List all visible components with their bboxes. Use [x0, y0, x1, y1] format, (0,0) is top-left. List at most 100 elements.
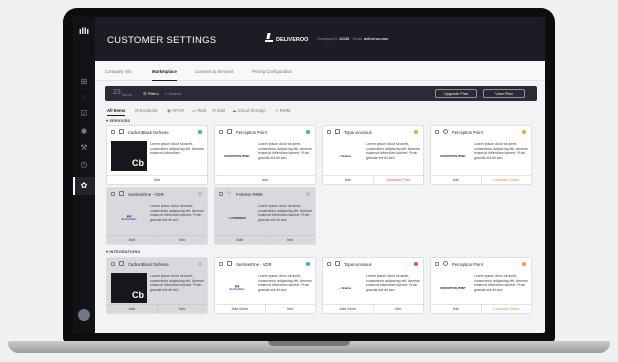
select-checkbox[interactable]: [219, 130, 223, 134]
card-description: Lorem ipsum dolor sit amet, consectetur …: [366, 274, 420, 292]
service-card-sentinelone[interactable]: SentinelOne - VDR ▮▮▮ SentinelOne Lorem i…: [106, 187, 208, 245]
gear-icon[interactable]: ✱: [79, 127, 89, 137]
company-email: Email: deliveroo.com: [353, 37, 389, 41]
info-button[interactable]: Info: [156, 305, 208, 313]
rmm-icon: ⊹: [227, 190, 232, 196]
endpoint-icon: [119, 261, 124, 266]
card-description: Lorem ipsum dolor sit amet, consectetur …: [474, 274, 528, 292]
add-button[interactable]: Add: [107, 305, 157, 313]
clock-icon[interactable]: ◷: [79, 160, 89, 170]
info-button[interactable]: Info: [107, 176, 207, 184]
laptop-lid: ıllı ⊞ ◌ ☑ ✱ ⚒ ◷ ✿ CUSTOMER SETTINGS DEL…: [63, 8, 555, 342]
select-checkbox[interactable]: [111, 192, 115, 196]
card-description: Lorem ipsum dolor sit amet, consectetur …: [366, 142, 420, 160]
vicarius-logo: ◐ Vicarius: [338, 154, 352, 158]
card-description: Lorem ipsum dolor sit amet, consectetur …: [258, 274, 312, 292]
filter-web[interactable]: ▭ Web: [192, 108, 206, 114]
filter-mail[interactable]: ✉ Mail: [212, 108, 225, 114]
vpcr-icon: [335, 129, 340, 134]
section-integrations: ▾ INTEGRATIONS: [106, 250, 141, 254]
select-checkbox[interactable]: [219, 262, 223, 266]
perception-point-logo: PERCEPTION POINT: [224, 154, 250, 158]
card-description: Lorem ipsum dolor sit amet, consectetur …: [150, 142, 204, 155]
tab-pricing-configuration[interactable]: Pricing Configuration: [252, 69, 292, 74]
select-checkbox[interactable]: [327, 262, 331, 266]
select-checkbox[interactable]: [111, 130, 115, 134]
cloud-icon: [443, 129, 448, 134]
avatar[interactable]: [78, 309, 90, 321]
check-icon[interactable]: ☑: [79, 109, 89, 119]
filters-button[interactable]: ☰ Filters: [143, 91, 159, 96]
filter-cloud-storage[interactable]: ☁ Cloud Storage: [232, 108, 266, 114]
status-dot: [198, 130, 202, 134]
status-dot: [522, 262, 526, 266]
endpoint-icon: [119, 129, 124, 134]
top-bar: CUSTOMER SETTINGS DELIVEROO Company ID: …: [95, 17, 545, 61]
grid-icon[interactable]: ⊞: [79, 77, 89, 87]
section-services: ▾ SERVICES: [106, 119, 131, 123]
sentinelone-logo: ▮▮▮ SentinelOne: [121, 215, 137, 221]
integration-card-sentinelone[interactable]: SentinelOne - VDR ▮▮▮ SentinelOne Lorem i…: [214, 257, 316, 314]
service-card-fortress-rmm[interactable]: ⊹ Fortress RMM ⬡ FORTRESS Lorem ipsum dol…: [214, 187, 316, 245]
info-button[interactable]: Info: [372, 305, 424, 313]
vicarius-logo: ◐ Vicarius: [338, 286, 352, 290]
select-checkbox[interactable]: [435, 130, 439, 134]
continue-setup-button[interactable]: Continue Setup: [480, 176, 532, 184]
sidebar: ıllı ⊞ ◌ ☑ ✱ ⚒ ◷ ✿: [73, 17, 95, 333]
info-button[interactable]: Info: [156, 236, 208, 244]
select-checkbox[interactable]: [219, 192, 223, 196]
chat-icon[interactable]: ◌: [79, 93, 89, 103]
add-button[interactable]: Add: [107, 236, 157, 244]
tab-company-info[interactable]: Company Info: [105, 69, 132, 74]
page-title: CUSTOMER SETTINGS: [107, 35, 217, 46]
upgrade-plan-button[interactable]: Upgrade Plan: [435, 89, 477, 98]
info-button[interactable]: Info: [264, 236, 316, 244]
filter-endpoint[interactable]: ⊟ Endpoint: [135, 108, 157, 114]
view-plan-button[interactable]: View Plan: [483, 89, 525, 98]
select-checkbox[interactable]: [111, 262, 115, 266]
card-description: Lorem ipsum dolor sit amet, consectetur …: [150, 204, 204, 222]
card-title: Fortress RMM: [236, 192, 263, 197]
settings-icon[interactable]: ✿: [79, 181, 89, 191]
card-description: Lorem ipsum dolor sit amet, consectetur …: [258, 204, 312, 222]
add-button[interactable]: Add: [215, 236, 265, 244]
add-more-button[interactable]: Add More: [215, 305, 265, 313]
perception-point-logo: PERCEPTION POINT: [440, 286, 466, 290]
select-checkbox[interactable]: [327, 130, 331, 134]
info-button[interactable]: Info: [431, 305, 481, 313]
filter-rmm[interactable]: ⊹ RMM: [275, 108, 290, 114]
info-button[interactable]: Info: [215, 176, 315, 184]
tab-licenses-services[interactable]: Licenses & Services: [195, 69, 234, 74]
integration-card-carbonblack[interactable]: CarbonBlack Defense Cb Lorem ipsum dolor…: [106, 257, 208, 314]
mail-icon: [227, 129, 232, 134]
select-checkbox[interactable]: [435, 262, 439, 266]
service-card-topia-vicarious[interactable]: Topia vicarious ◐ Vicarius Lorem ipsum d…: [322, 125, 424, 185]
upgrade-plan-button[interactable]: Upgrade Plan: [372, 176, 424, 184]
integration-card-topia-vicarious[interactable]: Topia vicarious ◐ Vicarius Lorem ipsum d…: [322, 257, 424, 314]
tab-marketplace[interactable]: Marketplace: [152, 69, 177, 81]
continue-setup-button[interactable]: Continue Setup: [480, 305, 532, 313]
card-title: SentinelOne - VDR: [236, 262, 272, 267]
filter-vpcr[interactable]: ◉ VPCR: [167, 108, 184, 114]
wrench-icon[interactable]: ⚒: [79, 143, 89, 153]
screen: ıllı ⊞ ◌ ☑ ✱ ⚒ ◷ ✿ CUSTOMER SETTINGS DEL…: [73, 17, 545, 333]
card-title: CarbonBlack Defense: [128, 130, 169, 135]
laptop-notch: [268, 341, 350, 346]
card-title: Perception Point: [452, 130, 483, 135]
status-dot: [414, 130, 418, 134]
company-id: Company ID: 12135: [317, 37, 349, 41]
info-button[interactable]: Info: [264, 305, 316, 313]
status-dot: [414, 262, 418, 266]
filter-all-items[interactable]: All Items: [107, 108, 126, 116]
info-button[interactable]: Info: [431, 176, 481, 184]
info-button[interactable]: Info: [323, 176, 373, 184]
service-card-carbonblack[interactable]: CarbonBlack Defense Cb Lorem ipsum dolor…: [106, 125, 208, 185]
cloud-icon: [443, 261, 448, 266]
service-card-perception-point-2[interactable]: Perception Point PERCEPTION POINT Lorem …: [430, 125, 532, 185]
service-card-perception-point[interactable]: Perception Point PERCEPTION POINT Lorem …: [214, 125, 316, 185]
integration-card-perception-point[interactable]: Perception Point PERCEPTION POINT Lorem …: [430, 257, 532, 314]
app-logo-icon[interactable]: ıllı: [78, 26, 90, 36]
search-input[interactable]: ⌕ Search: [165, 91, 181, 96]
card-title: Topia vicarious: [344, 262, 372, 267]
add-more-button[interactable]: Add More: [323, 305, 373, 313]
